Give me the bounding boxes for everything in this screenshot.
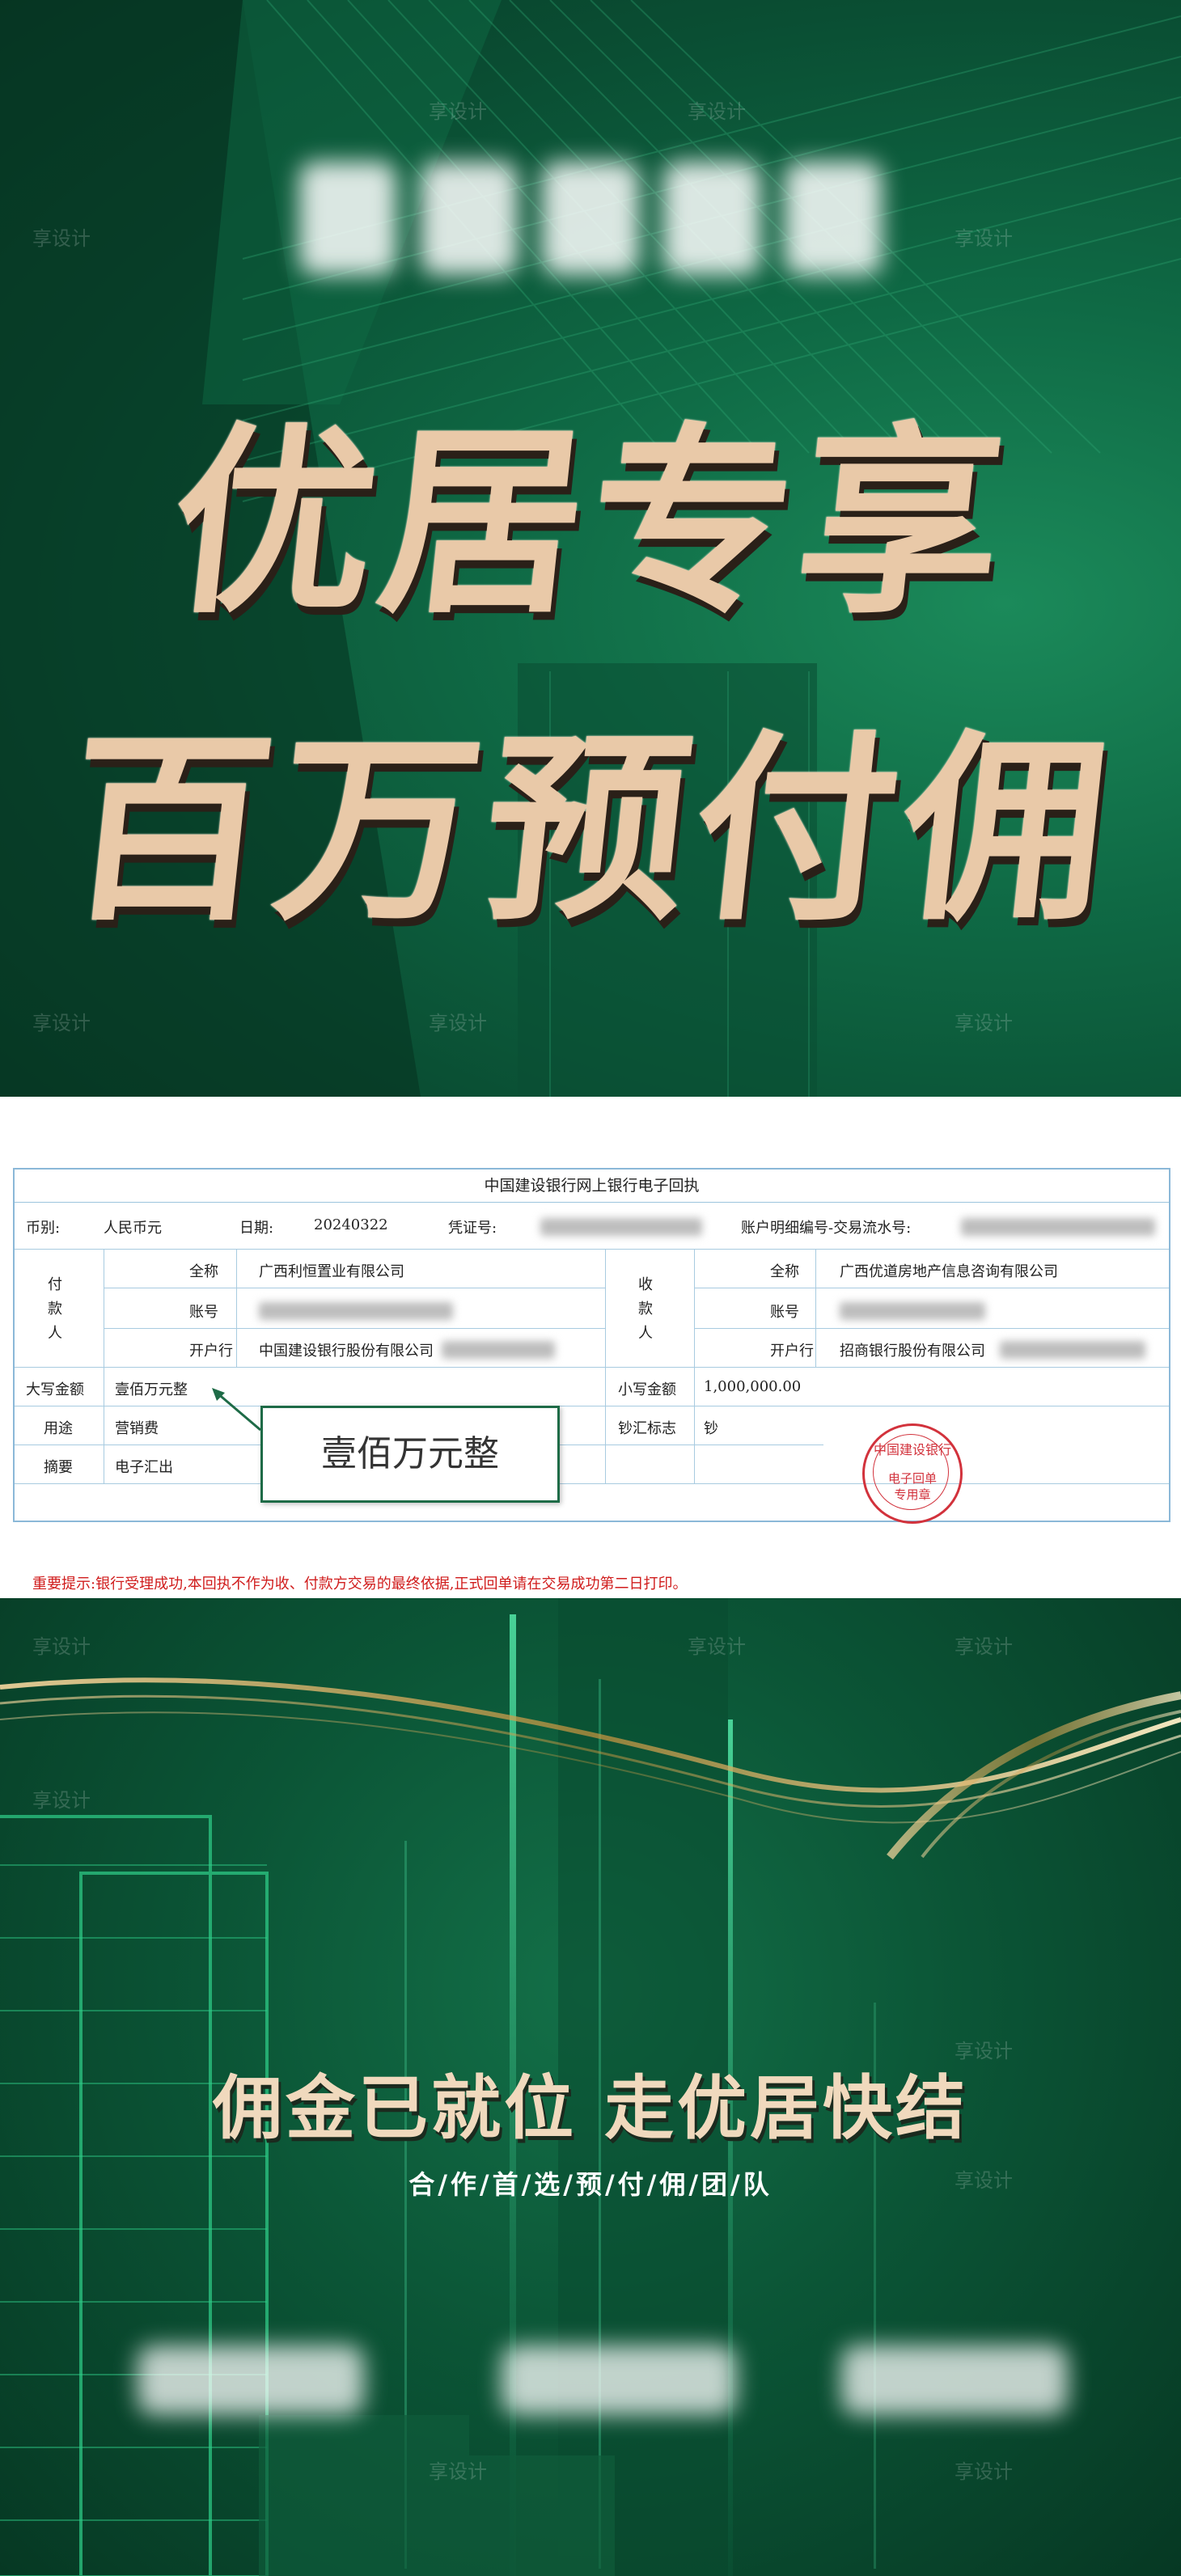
blurred-top-title	[299, 162, 882, 275]
row-divider	[15, 1249, 1169, 1250]
purpose-label: 用途	[44, 1420, 73, 1437]
account-serial-blurred	[961, 1218, 1155, 1236]
payee-label: 收款人	[638, 1276, 653, 1342]
payer-label: 付款人	[48, 1276, 62, 1342]
arrow-icon	[212, 1388, 261, 1432]
stamp-line-1: 电子回单	[887, 1471, 937, 1486]
payee-account-label: 账号	[770, 1304, 799, 1321]
receipt-section: 中国建设银行网上银行电子回执 币别: 人民币元 日期: 20240322 凭证号…	[0, 1097, 1181, 1598]
slogan-subline: 合/作/首/选/预/付/佣/团/队	[408, 2169, 773, 2200]
col-divider	[605, 1249, 606, 1483]
col-divider	[694, 1249, 695, 1483]
watermark: 享设计	[955, 2460, 1013, 2483]
receipt-title: 中国建设银行网上银行电子回执	[15, 1170, 1169, 1203]
amount-upper-label: 大写金额	[26, 1381, 84, 1398]
payer-bank-label: 开户行	[189, 1343, 233, 1360]
purpose-value: 营销费	[115, 1420, 159, 1437]
watermark: 享设计	[955, 1012, 1013, 1034]
payee-account-blurred	[840, 1302, 985, 1320]
payer-account-blurred	[259, 1302, 453, 1320]
cash-flag-value: 钞	[704, 1420, 718, 1437]
cash-flag-label: 钞汇标志	[618, 1420, 676, 1437]
summary-label: 摘要	[44, 1459, 73, 1476]
amount-callout-text: 壹佰万元整	[321, 1433, 499, 1474]
watermark: 享设计	[955, 227, 1013, 250]
amount-lower-label: 小写金额	[618, 1381, 676, 1398]
receipt-notice: 重要提示:银行受理成功,本回执不作为收、付款方交易的最终依据,正式回单请在交易成…	[32, 1576, 688, 1593]
currency-value: 人民币元	[104, 1220, 162, 1237]
amount-callout: 壹佰万元整	[260, 1406, 560, 1503]
row-divider	[104, 1328, 605, 1329]
blurred-footer-2	[502, 2345, 736, 2415]
watermark: 享设计	[429, 2460, 487, 2483]
payer-bank-value: 中国建设银行股份有限公司	[259, 1343, 434, 1360]
slogan-headline: 佣金已就位 走优居快结	[213, 2068, 968, 2149]
payer-name-label: 全称	[189, 1263, 218, 1280]
date-label: 日期:	[239, 1220, 274, 1237]
account-serial-label: 账户明细编号-交易流水号:	[741, 1220, 912, 1237]
col-divider	[236, 1249, 237, 1367]
bank-receipt: 中国建设银行网上银行电子回执 币别: 人民币元 日期: 20240322 凭证号…	[13, 1168, 1170, 1593]
watermark: 享设计	[32, 1789, 91, 1812]
watermark: 享设计	[429, 100, 487, 123]
bank-seal-stamp: 中国建设银行 电子回单 专用章	[862, 1423, 963, 1524]
stamp-arc-text: 中国建设银行	[873, 1442, 951, 1457]
voucher-label: 凭证号:	[448, 1220, 497, 1237]
payer-account-label: 账号	[189, 1304, 218, 1321]
watermark: 享设计	[32, 1012, 91, 1034]
currency-label: 币别:	[26, 1220, 61, 1237]
blurred-footer-1	[138, 2345, 364, 2415]
blurred-footer-3	[841, 2345, 1068, 2415]
payee-bank-value: 招商银行股份有限公司	[840, 1343, 985, 1360]
voucher-value-blurred	[540, 1218, 702, 1236]
watermark: 享设计	[32, 227, 91, 250]
row-divider	[15, 1483, 1169, 1484]
payee-bank-branch-blurred	[1000, 1341, 1145, 1359]
slogan-section: 享设计 享设计 享设计 享设计 享设计 享设计 享设计 享设计 佣金已就位 走优…	[0, 1598, 1181, 2576]
watermark: 享设计	[32, 1635, 91, 1658]
watermark: 享设计	[955, 1635, 1013, 1658]
watermark: 享设计	[688, 100, 746, 123]
date-value: 20240322	[314, 1216, 388, 1233]
watermark: 享设计	[688, 1635, 746, 1658]
payee-name-label: 全称	[770, 1263, 799, 1280]
row-divider	[15, 1367, 1169, 1368]
col-divider	[815, 1249, 816, 1367]
headline-line-1: 优居专享	[160, 403, 1021, 641]
headline-line-2: 百万预付佣	[56, 710, 1125, 948]
payer-bank-branch-blurred	[442, 1341, 555, 1359]
row-divider	[694, 1328, 1169, 1329]
stamp-line-2: 专用章	[894, 1487, 931, 1502]
payee-name-value: 广西优道房地产信息咨询有限公司	[840, 1263, 1058, 1280]
amount-lower-value: 1,000,000.00	[704, 1378, 802, 1395]
payee-bank-label: 开户行	[770, 1343, 814, 1360]
summary-value: 电子汇出	[115, 1459, 173, 1476]
watermark: 享设计	[429, 1012, 487, 1034]
payer-name-value: 广西利恒置业有限公司	[259, 1263, 404, 1280]
amount-upper-value: 壹佰万元整	[115, 1381, 188, 1398]
hero-section: 优居专享 百万预付佣 享设计 享设计 享设计 享设计 享设计 享设计 享设计	[0, 0, 1181, 1097]
poster: 优居专享 百万预付佣 享设计 享设计 享设计 享设计 享设计 享设计 享设计 中…	[0, 0, 1181, 2576]
